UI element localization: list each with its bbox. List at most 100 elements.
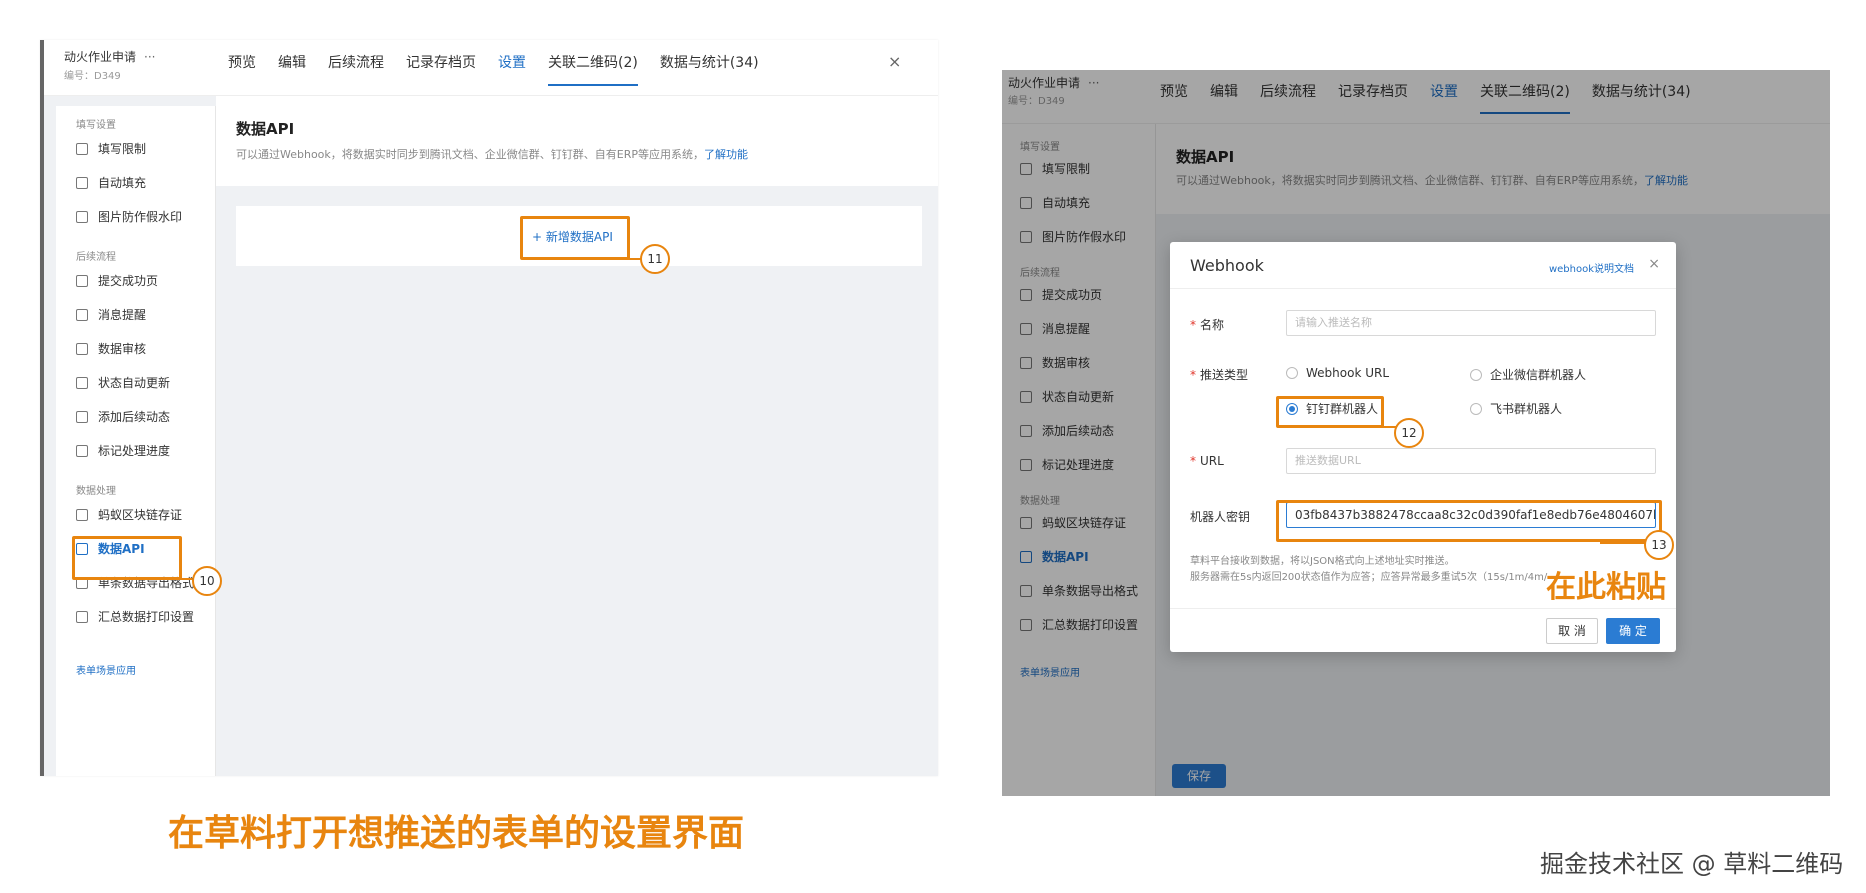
chain-icon — [76, 508, 88, 521]
callout-box-add — [520, 216, 630, 260]
sidebar-item-label: 状态自动更新 — [98, 376, 171, 390]
sidebar-item-success-page[interactable]: 提交成功页 — [76, 272, 158, 289]
url-label-text: URL — [1200, 454, 1224, 468]
tab-preview[interactable]: 预览 — [228, 40, 256, 96]
page-icon — [76, 274, 88, 287]
secret-label: 机器人密钥 — [1190, 510, 1251, 524]
sidebar-item-label: 数据审核 — [98, 342, 147, 356]
close-icon[interactable]: × — [888, 52, 901, 71]
sidebar-item-fill-limit[interactable]: 填写限制 — [76, 140, 146, 157]
sidebar: 填写设置 填写限制 自动填充 图片防作假水印 后续流程 提交成功页 消息提醒 数… — [56, 106, 216, 776]
callout-line — [1600, 542, 1646, 544]
sidebar-item-label: 自动填充 — [98, 176, 147, 190]
close-icon[interactable]: × — [1648, 256, 1660, 272]
image-icon — [76, 210, 88, 223]
radio-feishu-bot[interactable]: 飞书群机器人 — [1470, 400, 1562, 417]
page-description: 可以通过Webhook，将数据实时同步到腾讯文档、企业微信群、钉钉群、自有ERP… — [236, 146, 748, 162]
sidebar-item-auto-status[interactable]: 状态自动更新 — [76, 374, 170, 391]
webhook-doc-link[interactable]: webhook说明文档 — [1549, 260, 1634, 275]
name-label: * 名称 — [1190, 318, 1225, 332]
note-line-2: 服务器需在5s内返回200状态值作为应答；应答异常最多重试5次（15s/1m/4… — [1190, 572, 1548, 583]
sidebar-item-label: 填写限制 — [98, 142, 147, 156]
sidebar-item-followup[interactable]: 添加后续动态 — [76, 408, 170, 425]
url-input[interactable]: 推送数据URL — [1286, 448, 1656, 474]
content-area: 填写设置 填写限制 自动填充 图片防作假水印 后续流程 提交成功页 消息提醒 数… — [44, 96, 938, 776]
radio-label: 飞书群机器人 — [1490, 402, 1563, 416]
sidebar-item-autofill[interactable]: 自动填充 — [76, 174, 146, 191]
tab-settings[interactable]: 设置 — [498, 40, 526, 96]
radio-icon — [1286, 367, 1298, 379]
callout-box-sidebar — [72, 536, 182, 580]
url-label: * URL — [1190, 454, 1224, 468]
callout-marker-12: 12 — [1394, 418, 1424, 448]
radio-icon — [1470, 402, 1482, 415]
tab-archive[interactable]: 记录存档页 — [406, 40, 476, 96]
sidebar-item-blockchain[interactable]: 蚂蚁区块链存证 — [76, 506, 182, 523]
sidebar-group-data: 数据处理 — [76, 486, 116, 497]
sidebar-item-label: 添加后续动态 — [98, 410, 171, 424]
learn-more-link[interactable]: 了解功能 — [704, 148, 748, 161]
sidebar-item-print[interactable]: 汇总数据打印设置 — [76, 608, 194, 625]
name-label-text: 名称 — [1200, 318, 1225, 332]
wand-icon — [76, 176, 88, 189]
callout-marker-13: 13 — [1644, 530, 1674, 560]
tab-workflow[interactable]: 后续流程 — [328, 40, 384, 96]
form-title-text: 动火作业申请 — [64, 50, 137, 64]
page-title: 数据API — [236, 120, 295, 138]
name-input[interactable]: 请输入推送名称 — [1286, 310, 1656, 336]
form-code: 编号：D349 — [64, 71, 121, 82]
callout-line — [1370, 426, 1396, 428]
caption-paste-here: 在此粘贴 — [1546, 570, 1666, 605]
dialog-title: Webhook — [1190, 256, 1264, 275]
description-text: 可以通过Webhook，将数据实时同步到腾讯文档、企业微信群、钉钉群、自有ERP… — [236, 148, 705, 161]
radio-webhook-url[interactable]: Webhook URL — [1286, 366, 1389, 380]
sidebar-item-label: 提交成功页 — [98, 274, 159, 288]
caption-open-settings: 在草料打开想推送的表单的设置界面 — [168, 813, 745, 854]
sidebar-item-watermark[interactable]: 图片防作假水印 — [76, 208, 182, 225]
scenario-link[interactable]: 表单场景应用 — [76, 662, 136, 677]
tab-statistics[interactable]: 数据与统计(34) — [660, 40, 759, 96]
bell-icon — [76, 308, 88, 321]
sidebar-item-label: 消息提醒 — [98, 308, 147, 322]
content-header: 数据API 可以通过Webhook，将数据实时同步到腾讯文档、企业微信群、钉钉群… — [216, 96, 938, 186]
sidebar-item-label: 蚂蚁区块链存证 — [98, 508, 183, 522]
refresh-icon — [76, 444, 88, 457]
divider — [1170, 608, 1676, 609]
callout-marker-10: 10 — [192, 566, 222, 596]
stamp-icon — [76, 342, 88, 355]
callout-box-secret — [1276, 500, 1662, 542]
tab-bar: 预览 编辑 后续流程 记录存档页 设置 关联二维码(2) 数据与统计(34) — [228, 40, 781, 96]
document-icon — [76, 410, 88, 423]
sidebar-item-label: 标记处理进度 — [98, 444, 171, 458]
sidebar-item-notify[interactable]: 消息提醒 — [76, 306, 146, 323]
confirm-button[interactable]: 确 定 — [1606, 618, 1660, 644]
more-icon[interactable]: ··· — [144, 50, 155, 64]
radio-label: 企业微信群机器人 — [1490, 368, 1587, 382]
printer-icon — [76, 610, 88, 623]
sidebar-item-progress[interactable]: 标记处理进度 — [76, 442, 170, 459]
sidebar-group-fill: 填写设置 — [76, 120, 116, 131]
radio-wecom-bot[interactable]: 企业微信群机器人 — [1470, 366, 1586, 383]
clock-icon — [76, 376, 88, 389]
sidebar-item-label: 汇总数据打印设置 — [98, 610, 195, 624]
push-type-label-text: 推送类型 — [1200, 368, 1249, 382]
tab-qrcodes[interactable]: 关联二维码(2) — [548, 40, 638, 96]
callout-line — [606, 258, 642, 260]
form-title: 动火作业申请 ··· — [64, 48, 155, 65]
top-bar: 动火作业申请 ··· 编号：D349 预览 编辑 后续流程 记录存档页 设置 关联… — [44, 40, 938, 96]
watermark: 掘金技术社区 @ 草料二维码 — [1540, 850, 1844, 878]
callout-box-dingtalk — [1276, 396, 1384, 428]
settings-window-left: 动火作业申请 ··· 编号：D349 预览 编辑 后续流程 记录存档页 设置 关联… — [40, 40, 938, 776]
radio-label: Webhook URL — [1306, 366, 1390, 380]
divider — [1170, 288, 1676, 289]
cancel-button[interactable]: 取 消 — [1546, 618, 1598, 644]
edit-icon — [76, 142, 88, 155]
callout-marker-11: 11 — [640, 244, 670, 274]
radio-icon — [1470, 368, 1482, 381]
callout-line — [140, 578, 192, 580]
tab-edit[interactable]: 编辑 — [278, 40, 306, 96]
sidebar-item-review[interactable]: 数据审核 — [76, 340, 146, 357]
sidebar-item-label: 图片防作假水印 — [98, 210, 183, 224]
note-line-1: 草料平台接收到数据，将以JSON格式向上述地址实时推送。 — [1190, 556, 1455, 567]
sidebar-group-workflow: 后续流程 — [76, 252, 116, 263]
